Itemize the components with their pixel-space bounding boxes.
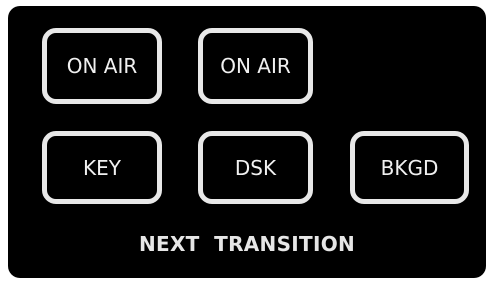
next-transition-label: NEXT TRANSITION (138, 232, 356, 256)
bkgd-button[interactable]: BKGD (350, 131, 469, 204)
key-label: KEY (83, 155, 121, 180)
dsk-label: DSK (234, 155, 277, 180)
dsk-button[interactable]: DSK (198, 131, 313, 204)
on-air-label-1: ON AIR (66, 54, 138, 78)
on-air-label-2: ON AIR (220, 54, 291, 78)
key-button[interactable]: KEY (42, 131, 162, 204)
bkgd-label: BKGD (380, 155, 439, 180)
on-air-button-1[interactable]: ON AIR (42, 28, 162, 104)
on-air-button-2[interactable]: ON AIR (198, 28, 313, 104)
